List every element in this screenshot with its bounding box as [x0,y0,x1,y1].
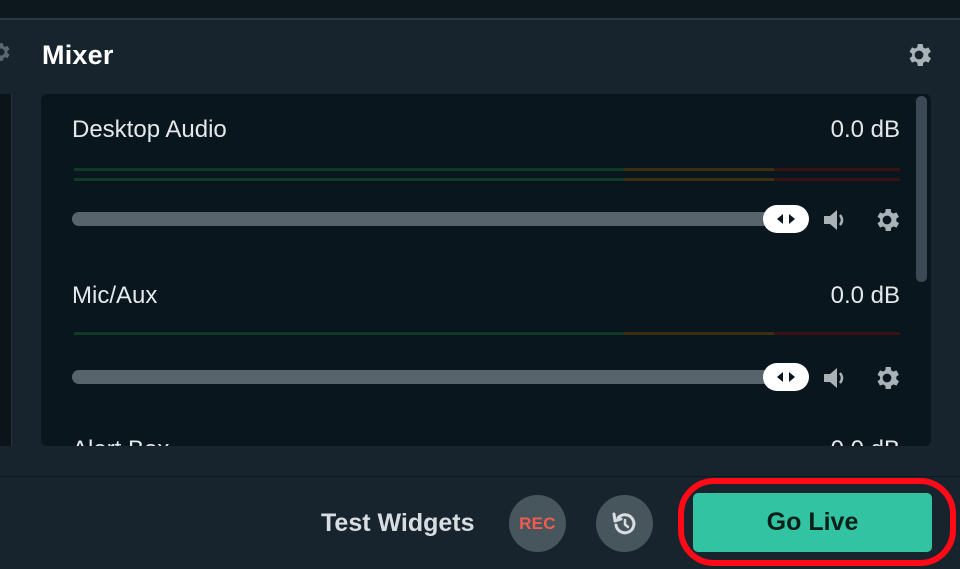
replay-buffer-button[interactable] [596,495,653,552]
source-level-partial: 0.0 dB [831,436,900,446]
volume-slider-handle[interactable] [763,205,809,233]
volume-slider[interactable] [72,212,806,226]
source-settings-gear-icon[interactable] [872,205,902,235]
mixer-settings-gear-icon[interactable] [904,40,934,70]
panel-gap [0,446,960,476]
app-window: Mixer Desktop Audio 0.0 dB Mic/Aux 0.0 d… [0,0,960,569]
source-settings-gear-icon[interactable] [872,363,902,393]
test-widgets-button[interactable]: Test Widgets [321,509,475,538]
highlight-outline [678,478,956,566]
volume-slider-handle[interactable] [763,363,809,391]
volume-slider[interactable] [72,370,806,384]
record-button[interactable]: REC [509,495,566,552]
left-panel-edge [0,94,12,446]
mixer-scrollbar[interactable] [916,96,927,282]
top-divider [0,18,960,20]
mixer-panel: Desktop Audio 0.0 dB Mic/Aux 0.0 dB [41,94,931,446]
speaker-icon[interactable] [820,363,850,393]
source-name: Desktop Audio [72,116,227,143]
mixer-title: Mixer [42,40,114,70]
source-level: 0.0 dB [830,116,900,143]
speaker-icon[interactable] [820,205,850,235]
source-level: 0.0 dB [830,282,900,309]
replay-icon [612,512,635,534]
rec-label: REC [519,513,556,533]
gear-icon[interactable] [0,40,12,64]
source-name: Mic/Aux [72,282,158,309]
slider-arrows-icon [777,214,795,224]
slider-arrows-icon [777,372,795,382]
source-name-partial: Alert Box [72,436,169,446]
top-panel-strip [0,0,960,18]
